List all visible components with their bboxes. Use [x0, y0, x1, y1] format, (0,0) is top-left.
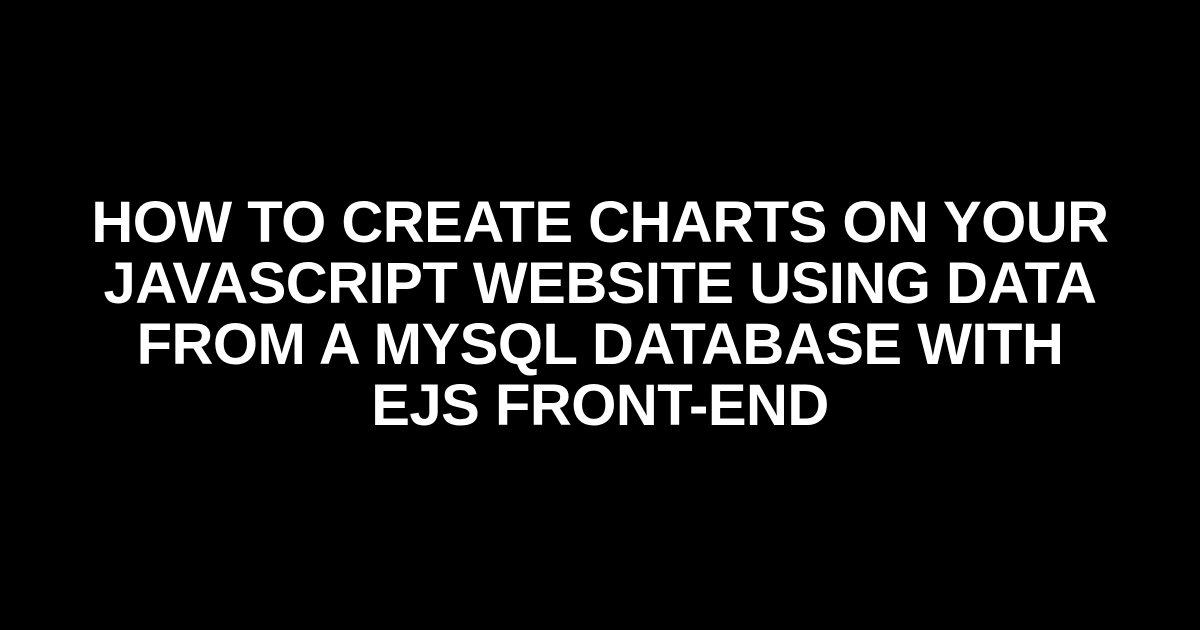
page-title: How to Create Charts on Your JavaScript … [50, 193, 1150, 437]
